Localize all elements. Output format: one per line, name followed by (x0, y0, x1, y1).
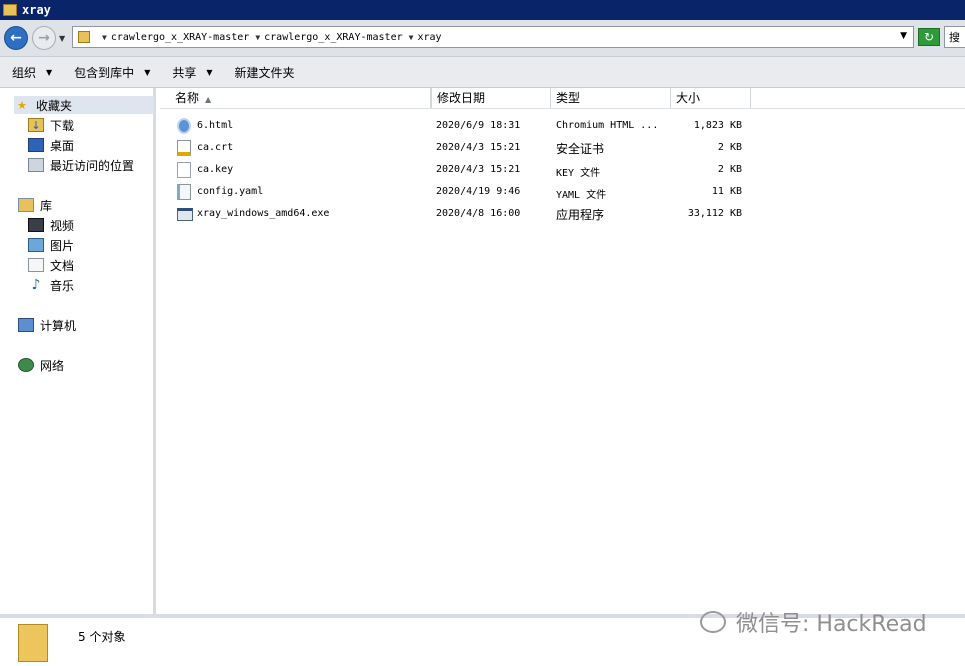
file-name: xray_windows_amd64.exe (197, 208, 330, 219)
chevron-down-icon: ▼ (144, 67, 151, 77)
music-icon: ♪ (31, 277, 41, 293)
certificate-icon (177, 140, 191, 156)
breadcrumb-item[interactable]: crawlergo_x_XRAY-master (264, 32, 402, 43)
window-title: xray (22, 3, 51, 17)
computer-icon (18, 318, 34, 332)
file-row[interactable]: config.yaml 2020/4/19 9:46 YAML 文件 11 KB (170, 182, 770, 204)
recent-pages-dropdown[interactable]: ▼ (59, 34, 65, 43)
address-dropdown-icon[interactable]: ▼ (900, 31, 907, 41)
command-bar: 组织 ▼ 包含到库中 ▼ 共享 ▼ 新建文件夹 (0, 57, 965, 88)
column-header-name[interactable]: 名称 ▲ (160, 88, 431, 108)
chromium-html-icon (177, 118, 191, 134)
file-row[interactable]: ca.key 2020/4/3 15:21 KEY 文件 2 KB (170, 160, 770, 182)
search-input[interactable]: 搜 (944, 26, 965, 48)
share-button[interactable]: 共享 ▼ (172, 64, 212, 81)
file-row[interactable]: xray_windows_amd64.exe 2020/4/8 16:00 应用… (170, 204, 770, 226)
file-name: config.yaml (197, 186, 264, 197)
file-size: 11 KB (711, 186, 742, 197)
new-folder-button[interactable]: 新建文件夹 (235, 64, 295, 81)
videos-icon (28, 218, 44, 232)
file-size: 33,112 KB (687, 208, 742, 219)
file-row[interactable]: ca.crt 2020/4/3 15:21 安全证书 2 KB (170, 138, 770, 160)
file-type: Chromium HTML ... (556, 120, 659, 131)
column-header-size[interactable]: 大小 (671, 88, 751, 108)
libraries-icon (18, 198, 34, 212)
chevron-down-icon: ▼ (46, 67, 53, 77)
file-size: 2 KB (717, 164, 742, 175)
downloads-folder-icon: ↓ (28, 118, 44, 132)
file-date: 2020/6/9 18:31 (436, 120, 521, 131)
pictures-icon (28, 238, 44, 252)
column-header-type[interactable]: 类型 (551, 88, 671, 108)
documents-icon (28, 258, 44, 272)
forward-button[interactable]: → (32, 26, 56, 50)
file-row[interactable]: 6.html 2020/6/9 18:31 Chromium HTML ... … (170, 116, 770, 138)
nav-item-favorites[interactable]: ★ 收藏夹 (14, 96, 154, 114)
address-row: ← → ▼ ▼ crawlergo_x_XRAY-master ▼ crawle… (0, 20, 965, 57)
star-icon: ★ (17, 98, 27, 112)
include-in-library-button[interactable]: 包含到库中 ▼ (74, 64, 150, 81)
breadcrumb-arrow-icon[interactable]: ▼ (409, 33, 414, 42)
breadcrumb-item[interactable]: crawlergo_x_XRAY-master (111, 32, 249, 43)
nav-item-desktop[interactable]: 桌面 (28, 136, 74, 154)
column-headers: 名称 ▲ 修改日期 类型 大小 (160, 88, 965, 109)
nav-item-documents[interactable]: 文档 (28, 256, 74, 274)
sort-ascending-icon: ▲ (205, 95, 212, 104)
file-type: KEY 文件 (556, 168, 601, 179)
file-date: 2020/4/8 16:00 (436, 208, 521, 219)
item-count: 5 个对象 (78, 630, 126, 644)
file-size: 1,823 KB (693, 120, 742, 131)
back-button[interactable]: ← (4, 26, 28, 50)
nav-item-libraries[interactable]: 库 (18, 196, 52, 214)
column-header-date[interactable]: 修改日期 (431, 88, 551, 108)
watermark: 微信号: HackRead (700, 606, 927, 638)
nav-item-videos[interactable]: 视频 (28, 216, 74, 234)
title-bar: xray (0, 0, 965, 20)
refresh-button[interactable]: ↻ (918, 28, 940, 46)
nav-item-pictures[interactable]: 图片 (28, 236, 74, 254)
breadcrumb-arrow-icon[interactable]: ▼ (102, 33, 107, 42)
yaml-file-icon (177, 184, 191, 200)
file-name: ca.key (197, 164, 234, 175)
file-date: 2020/4/3 15:21 (436, 142, 521, 153)
organize-button[interactable]: 组织 ▼ (12, 64, 52, 81)
breadcrumb-item[interactable]: xray (417, 32, 441, 43)
file-size: 2 KB (717, 142, 742, 153)
file-type: YAML 文件 (556, 190, 607, 201)
folder-icon (3, 4, 17, 16)
exe-file-icon (177, 208, 193, 221)
breadcrumb-arrow-icon[interactable]: ▼ (255, 33, 260, 42)
recent-places-icon (28, 158, 44, 172)
nav-item-downloads[interactable]: ↓ 下载 (28, 116, 74, 134)
nav-item-recent[interactable]: 最近访问的位置 (28, 156, 134, 174)
address-bar[interactable]: ▼ crawlergo_x_XRAY-master ▼ crawlergo_x_… (72, 26, 914, 48)
file-date: 2020/4/19 9:46 (436, 186, 521, 197)
wechat-icon (700, 611, 726, 633)
desktop-icon (28, 138, 44, 152)
file-type: 应用程序 (556, 208, 605, 222)
chevron-down-icon: ▼ (206, 67, 213, 77)
nav-item-music[interactable]: ♪ 音乐 (28, 276, 74, 294)
blank-file-icon (177, 162, 191, 178)
network-icon (18, 358, 34, 372)
file-name: ca.crt (197, 142, 234, 153)
nav-item-computer[interactable]: 计算机 (18, 316, 76, 334)
navigation-pane: ★ 收藏夹 ↓ 下载 桌面 最近访问的位置 库 视频 图片 文档 ♪ 音乐 计算… (0, 88, 156, 614)
folder-icon (18, 624, 48, 662)
folder-icon (78, 31, 90, 43)
file-type: 安全证书 (556, 142, 605, 156)
file-name: 6.html (197, 120, 234, 131)
nav-item-network[interactable]: 网络 (18, 356, 64, 374)
breadcrumb: ▼ crawlergo_x_XRAY-master ▼ crawlergo_x_… (96, 32, 442, 43)
file-date: 2020/4/3 15:21 (436, 164, 521, 175)
